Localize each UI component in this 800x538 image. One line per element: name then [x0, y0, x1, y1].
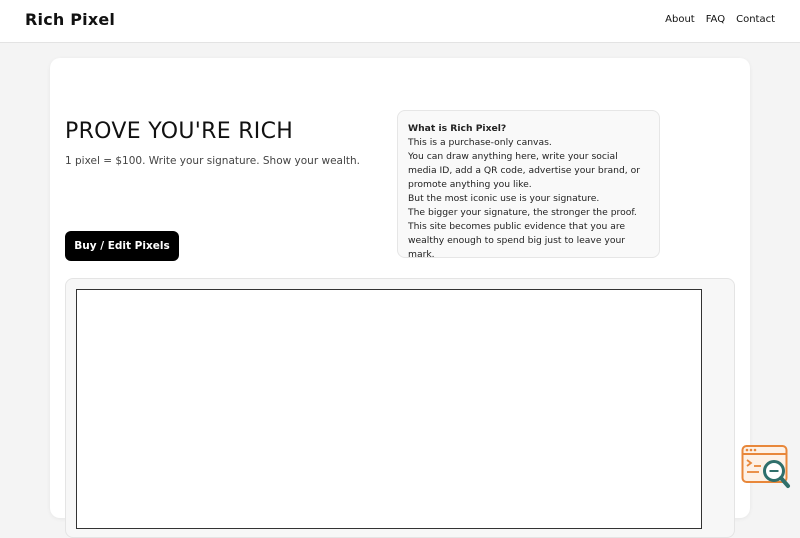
site-logo-text[interactable]: Rich Pixel — [25, 10, 115, 29]
page-tagline: 1 pixel = $100. Write your signature. Sh… — [65, 155, 361, 167]
info-line: But the most iconic use is your signatur… — [408, 193, 600, 204]
page-headline: PROVE YOU'RE RICH — [65, 119, 294, 144]
pixel-canvas[interactable] — [76, 289, 702, 529]
canvas-container — [65, 278, 735, 538]
info-line: The bigger your signature, the stronger … — [408, 207, 637, 260]
top-navigation-bar: Rich Pixel About FAQ Contact — [0, 0, 800, 43]
info-line: You can draw anything here, write your s… — [408, 151, 641, 190]
search-code-icon — [741, 445, 790, 488]
nav-link-about[interactable]: About — [665, 14, 695, 25]
buy-edit-pixels-button[interactable]: Buy / Edit Pixels — [65, 231, 179, 261]
nav-link-contact[interactable]: Contact — [736, 14, 775, 25]
info-box: What is Rich Pixel? This is a purchase-o… — [397, 110, 660, 260]
main-nav: About FAQ Contact — [665, 14, 775, 25]
info-title: What is Rich Pixel? — [408, 123, 507, 134]
info-line: This is a purchase-only canvas. — [408, 137, 552, 148]
search-code-widget[interactable] — [741, 443, 791, 491]
nav-link-faq[interactable]: FAQ — [706, 14, 725, 25]
main-card: PROVE YOU'RE RICH 1 pixel = $100. Write … — [50, 58, 750, 538]
